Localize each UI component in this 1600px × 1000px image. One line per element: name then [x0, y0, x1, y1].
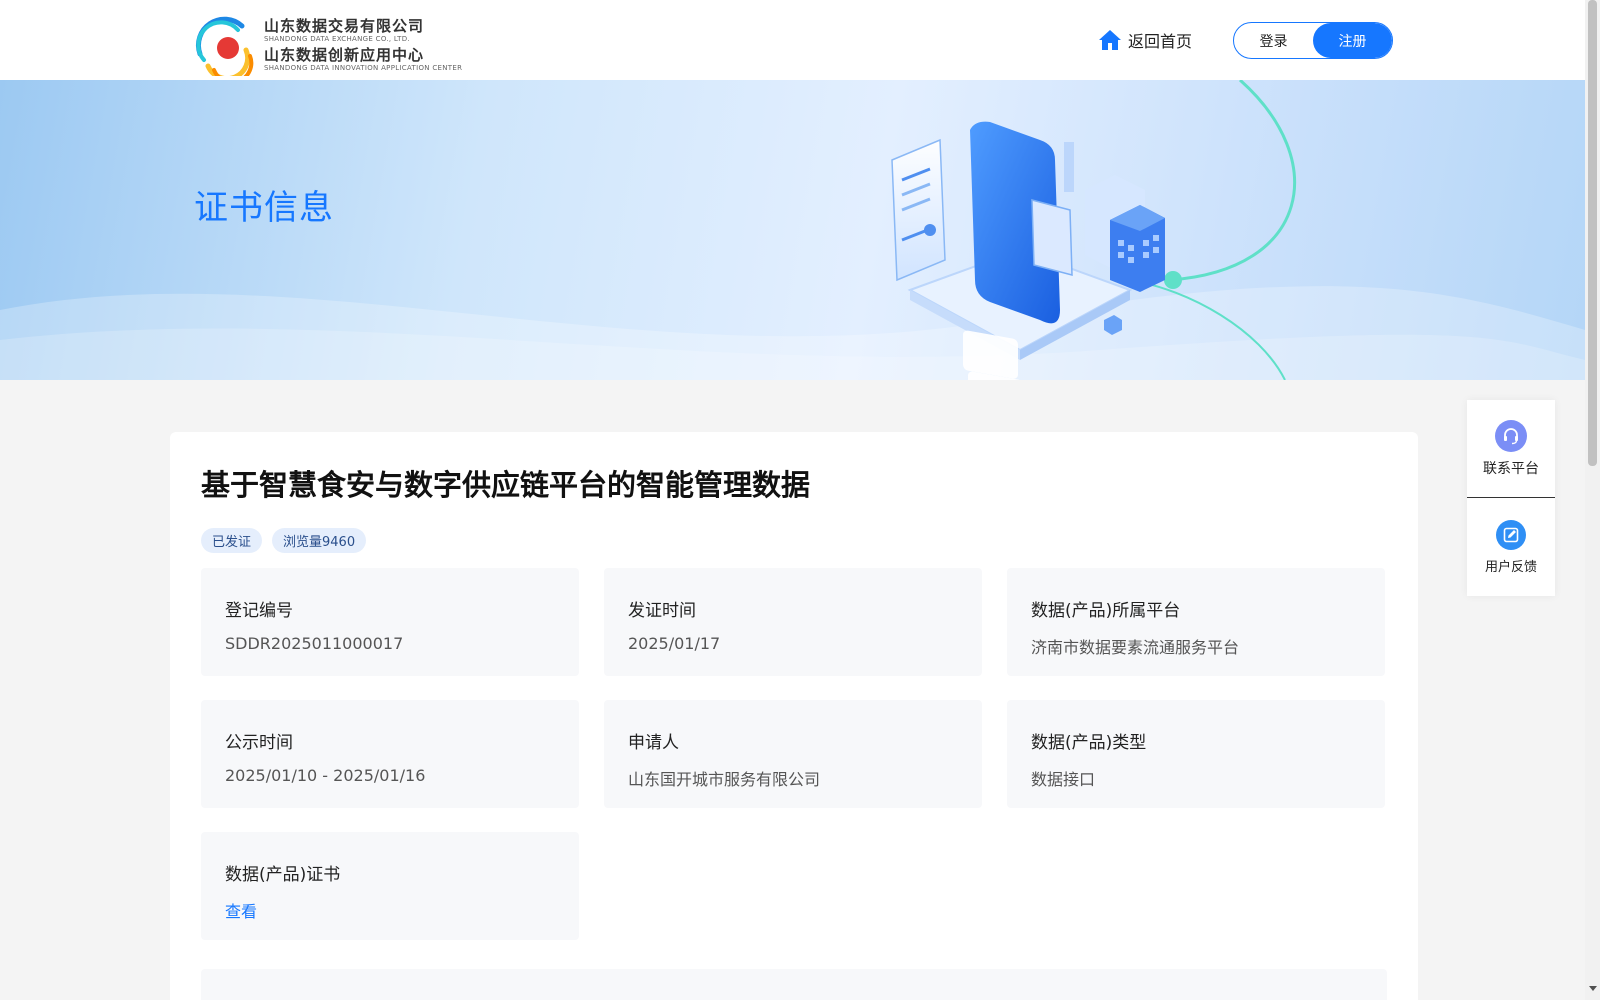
auth-buttons: 登录 注册	[1233, 22, 1393, 59]
field-label: 发证时间	[628, 601, 696, 621]
field-label: 公示时间	[225, 733, 293, 753]
headset-icon	[1495, 419, 1527, 452]
field-applicant: 申请人 山东国开城市服务有限公司	[604, 700, 982, 808]
register-button[interactable]: 注册	[1313, 23, 1392, 58]
field-value: 济南市数据要素流通服务平台	[1031, 638, 1240, 657]
edit-icon	[1496, 519, 1526, 550]
scroll-down-arrow-icon[interactable]	[1589, 986, 1597, 991]
page-banner: 证书信息	[0, 80, 1585, 380]
field-product-type: 数据(产品)类型 数据接口	[1007, 700, 1385, 808]
status-badge: 已发证	[201, 528, 263, 553]
logo-center-cn: 山东数据创新应用中心	[264, 45, 425, 64]
certificate-card: 基于智慧食安与数字供应链平台的智能管理数据 已发证 浏览量9460 登记编号 S…	[170, 432, 1418, 1000]
home-link-label: 返回首页	[1128, 32, 1193, 51]
page-scrollbar[interactable]	[1585, 0, 1600, 1000]
logo-center-en: SHANDONG DATA INNOVATION APPLICATION CEN…	[264, 63, 463, 72]
field-value: SDDR2025011000017	[225, 634, 404, 653]
view-count-badge: 浏览量9460	[272, 528, 367, 553]
banner-illustration	[0, 80, 1585, 380]
field-label: 数据(产品)类型	[1031, 733, 1147, 753]
floating-side-panel: 联系平台 用户反馈	[1467, 400, 1555, 596]
field-label: 数据(产品)证书	[225, 865, 341, 885]
product-title: 基于智慧食安与数字供应链平台的智能管理数据	[201, 468, 811, 502]
scrollbar-thumb[interactable]	[1588, 0, 1597, 466]
site-logo[interactable]: 山东数据交易有限公司 SHANDONG DATA EXCHANGE CO., L…	[192, 14, 462, 76]
logo-company-en: SHANDONG DATA EXCHANGE CO., LTD.	[264, 34, 410, 43]
detail-section	[201, 969, 1387, 1000]
top-header: 山东数据交易有限公司 SHANDONG DATA EXCHANGE CO., L…	[0, 0, 1585, 80]
field-issue-date: 发证时间 2025/01/17	[604, 568, 982, 676]
field-publicity-period: 公示时间 2025/01/10 - 2025/01/16	[201, 700, 579, 808]
logo-company-cn: 山东数据交易有限公司	[264, 16, 425, 35]
field-certificate: 数据(产品)证书 查看	[201, 832, 579, 940]
field-label: 数据(产品)所属平台	[1031, 601, 1181, 621]
contact-platform-button[interactable]: 联系平台	[1467, 400, 1555, 498]
home-link[interactable]: 返回首页	[1098, 26, 1192, 54]
home-icon	[1099, 30, 1121, 50]
login-button[interactable]: 登录	[1234, 23, 1313, 58]
view-certificate-link[interactable]: 查看	[225, 898, 555, 922]
field-value: 2025/01/17	[628, 634, 721, 653]
field-label: 申请人	[628, 733, 679, 753]
field-label: 登记编号	[225, 601, 293, 621]
field-value: 山东国开城市服务有限公司	[628, 770, 821, 789]
field-platform: 数据(产品)所属平台 济南市数据要素流通服务平台	[1007, 568, 1385, 676]
field-registration-number: 登记编号 SDDR2025011000017	[201, 568, 579, 676]
user-feedback-label: 用户反馈	[1484, 559, 1537, 575]
user-feedback-button[interactable]: 用户反馈	[1467, 498, 1555, 596]
field-value: 数据接口	[1031, 770, 1096, 789]
logo-emblem-icon	[195, 16, 254, 76]
field-value: 2025/01/10 - 2025/01/16	[225, 766, 426, 785]
status-tags: 已发证 浏览量9460	[201, 528, 367, 553]
contact-platform-label: 联系平台	[1483, 460, 1539, 477]
page-title: 证书信息	[194, 188, 334, 228]
